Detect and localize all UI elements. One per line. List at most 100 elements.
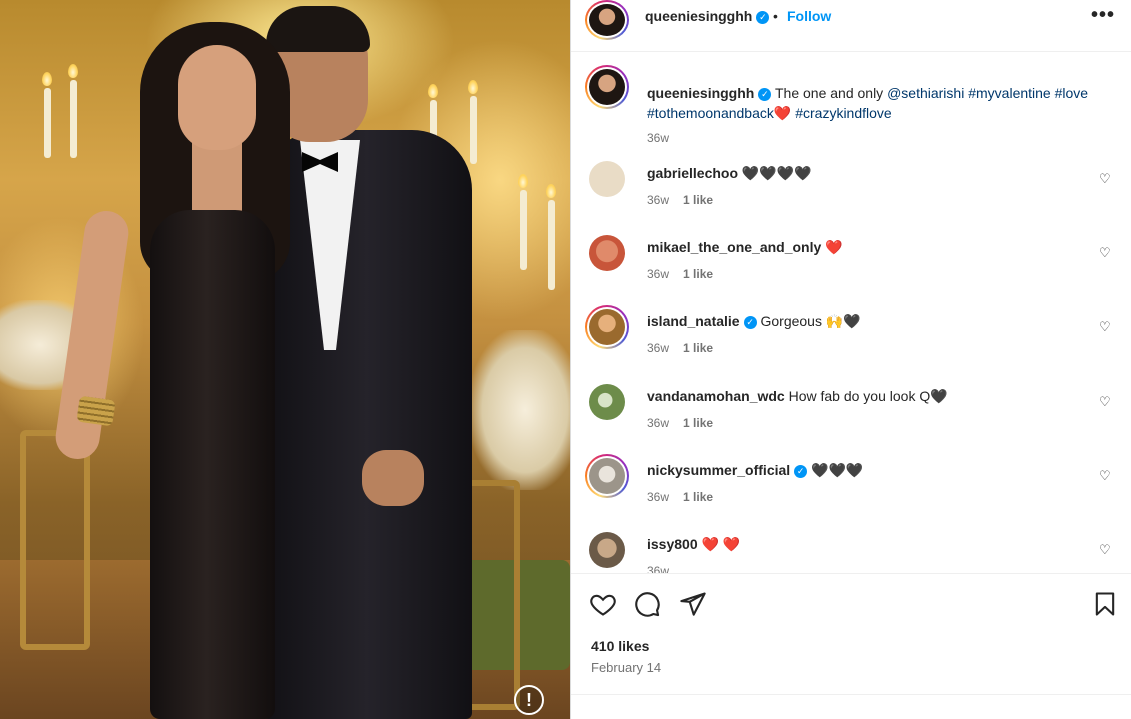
photo-candle-flame (518, 174, 528, 188)
verified-badge-icon: ✓ (743, 315, 757, 329)
photo-candle (470, 96, 477, 164)
comment-item: island_natalie ✓ Gorgeous 🙌🖤 36w 1 like ♡ (585, 305, 1125, 369)
comment-item: issy800 ❤️ ❤️ 36w ♡ (585, 532, 1125, 573)
comment-item: nickysummer_official ✓ 🖤🖤🖤 36w 1 like ♡ (585, 454, 1125, 518)
comment-timestamp[interactable]: 36w (647, 193, 669, 207)
photo-woman-neck (192, 140, 242, 220)
post-date[interactable]: February 14 (591, 660, 661, 675)
comment-meta: 36w 1 like (647, 416, 713, 430)
post-header: queeniesingghh ✓ • Follow ••• (571, 0, 1131, 52)
comment-text: mikael_the_one_and_only ❤️ (647, 239, 843, 255)
comment-username[interactable]: gabriellechoo (647, 165, 738, 181)
comment-timestamp[interactable]: 36w (647, 341, 669, 355)
caption-body: queeniesingghh ✓ The one and only @sethia… (647, 83, 1097, 123)
divider (571, 694, 1131, 695)
comment-avatar (589, 458, 625, 494)
heart-outline-icon[interactable]: ♡ (1099, 319, 1111, 335)
comment-item: vandanamohan_wdc How fab do you look Q🖤 … (585, 384, 1125, 444)
post-photo[interactable]: ! (0, 0, 570, 719)
photo-candle-flame (68, 64, 78, 78)
caption-timestamp[interactable]: 36w (647, 131, 669, 145)
verified-badge-icon: ✓ (794, 464, 808, 478)
caption-hashtag-link[interactable]: #tothemoonandback (647, 105, 774, 121)
photo-man-suit (262, 130, 472, 719)
heart-outline-icon[interactable]: ♡ (1099, 542, 1111, 558)
comment-meta: 36w 1 like (647, 341, 713, 355)
caption-hashtag-link[interactable]: #crazykindflove (795, 105, 892, 121)
paper-plane-icon[interactable] (679, 590, 707, 618)
photo-man-hair (266, 6, 370, 52)
comment-meta: 36w 1 like (647, 490, 713, 504)
separator-dot: • (773, 8, 778, 24)
heart-outline-icon[interactable]: ♡ (1099, 245, 1111, 261)
photo-candle-flame (428, 84, 438, 98)
post-side-panel: queeniesingghh ✓ • Follow ••• queeniesing… (570, 0, 1131, 719)
comment-avatar[interactable] (589, 384, 625, 420)
comment-item: gabriellechoo 🖤🖤🖤🖤 36w 1 like ♡ (585, 161, 1125, 221)
comment-meta: 36w 1 like (647, 193, 713, 207)
photo-chair-left (20, 430, 90, 650)
comment-username[interactable]: nickysummer_official (647, 462, 790, 478)
comment-likes[interactable]: 1 like (683, 193, 713, 207)
post-actions-bar: 410 likes February 14 (571, 573, 1131, 719)
caption-mention-link[interactable]: @sethiarishi (887, 85, 964, 101)
photo-candle (44, 88, 51, 158)
speech-bubble-icon[interactable] (633, 590, 661, 618)
comment-text: gabriellechoo 🖤🖤🖤🖤 (647, 165, 812, 181)
comment-avatar (589, 309, 625, 345)
comment-username[interactable]: issy800 (647, 536, 698, 552)
comment-timestamp[interactable]: 36w (647, 267, 669, 281)
caption-hashtag-link[interactable]: #love (1055, 85, 1088, 101)
bookmark-icon[interactable] (1091, 590, 1119, 618)
comment-meta: 36w 1 like (647, 267, 713, 281)
comment-timestamp[interactable]: 36w (647, 416, 669, 430)
caption-text: The one and only (774, 85, 888, 101)
comment-timestamp[interactable]: 36w (647, 490, 669, 504)
comment-avatar[interactable] (589, 532, 625, 568)
photo-woman-face (178, 45, 256, 150)
comment-likes[interactable]: 1 like (683, 341, 713, 355)
photo-candle-flame (42, 72, 52, 86)
follow-button[interactable]: Follow (787, 8, 831, 24)
photo-candle (548, 200, 555, 290)
photo-candle (70, 80, 77, 158)
photo-woman-bracelets (76, 395, 116, 427)
caption-username[interactable]: queeniesingghh (647, 85, 754, 101)
caption-avatar-ring[interactable] (585, 65, 629, 109)
caption-hashtag-link[interactable]: #myvalentine (968, 85, 1051, 101)
photo-man-hand (362, 450, 424, 506)
comment-likes[interactable]: 1 like (683, 490, 713, 504)
comment-avatar[interactable] (589, 161, 625, 197)
comment-likes[interactable]: 1 like (683, 267, 713, 281)
photo-candle-flame (468, 80, 478, 94)
comment-meta: 36w (647, 564, 669, 573)
comments-list[interactable]: queeniesingghh ✓ The one and only @sethia… (571, 53, 1131, 573)
comment-text: island_natalie ✓ Gorgeous 🙌🖤 (647, 313, 861, 329)
photo-table-right (470, 330, 570, 490)
comment-item: mikael_the_one_and_only ❤️ 36w 1 like ♡ (585, 235, 1125, 295)
comment-text: issy800 ❤️ ❤️ (647, 536, 741, 552)
verified-badge-icon: ✓ (756, 10, 770, 24)
author-avatar-ring[interactable] (585, 0, 629, 40)
caption-avatar (589, 69, 625, 105)
comment-text: nickysummer_official ✓ 🖤🖤🖤 (647, 462, 864, 478)
comment-likes[interactable]: 1 like (683, 416, 713, 430)
author-username[interactable]: queeniesingghh ✓ (645, 8, 770, 24)
comment-username[interactable]: mikael_the_one_and_only (647, 239, 821, 255)
author-avatar (589, 4, 625, 36)
heart-outline-icon[interactable]: ♡ (1099, 171, 1111, 187)
comment-timestamp[interactable]: 36w (647, 564, 669, 573)
comment-avatar-ring[interactable] (585, 305, 629, 349)
photo-candle (520, 190, 527, 270)
heart-outline-icon[interactable]: ♡ (1099, 468, 1111, 484)
comment-avatar[interactable] (589, 235, 625, 271)
comment-avatar-ring[interactable] (585, 454, 629, 498)
likes-count[interactable]: 410 likes (591, 638, 649, 654)
exclamation-circle-icon[interactable]: ! (514, 685, 544, 715)
comment-username[interactable]: vandanamohan_wdc (647, 388, 785, 404)
more-horizontal-icon[interactable]: ••• (1091, 4, 1115, 27)
heart-outline-icon[interactable]: ♡ (1099, 394, 1111, 410)
comment-username[interactable]: island_natalie (647, 313, 740, 329)
heart-outline-icon[interactable] (589, 590, 617, 618)
photo-candle-flame (546, 184, 556, 198)
